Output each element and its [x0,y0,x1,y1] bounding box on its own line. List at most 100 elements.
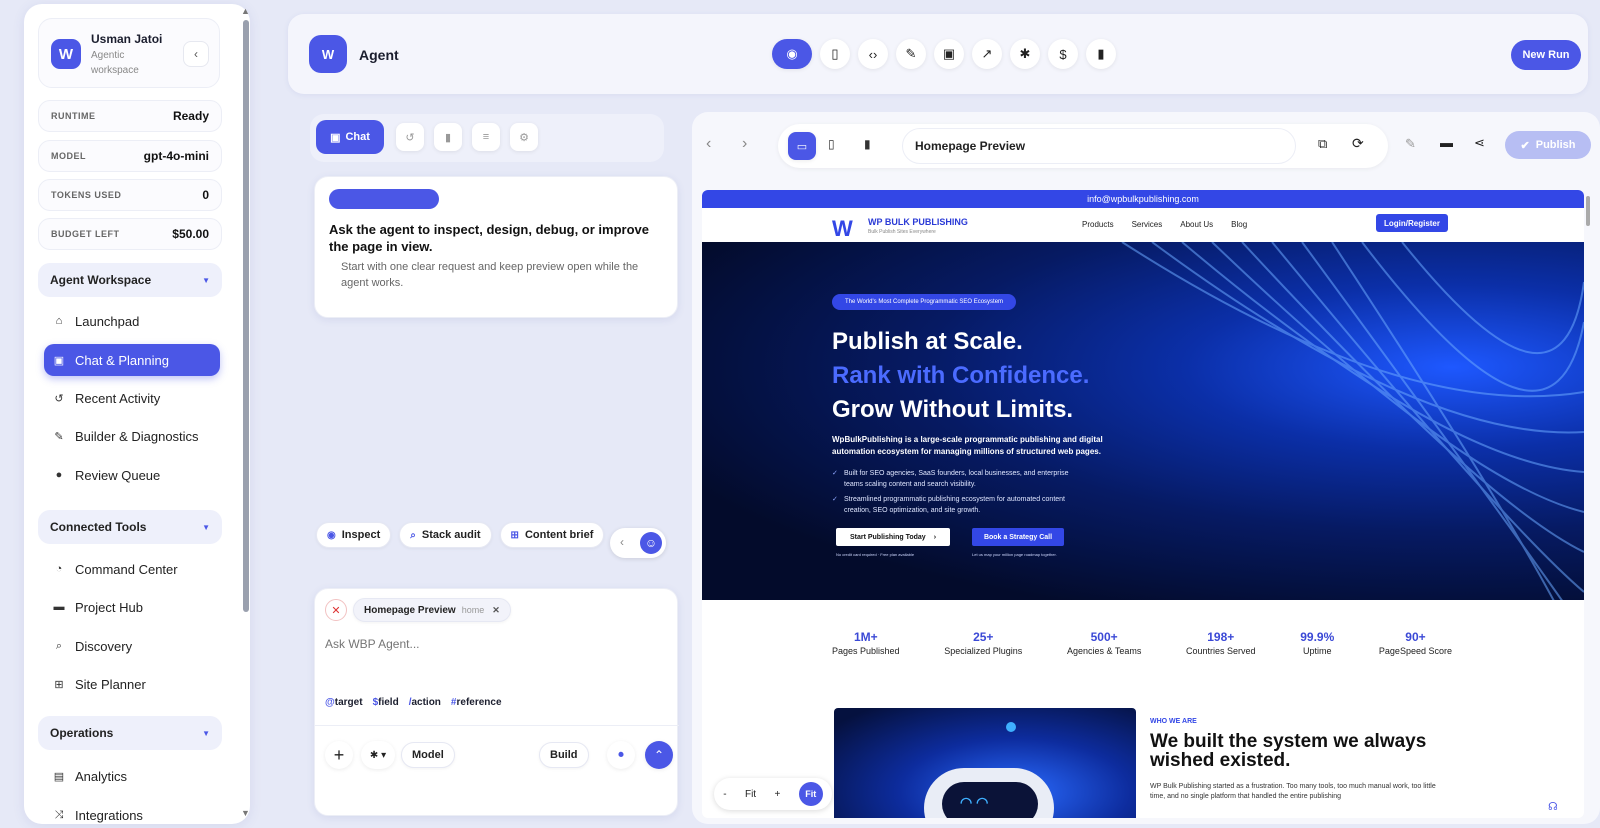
nav-discovery[interactable]: ⌕ Discovery [44,630,220,662]
history-icon[interactable]: ↺ [396,123,424,151]
forward-icon[interactable]: › [742,135,747,153]
preview-scrollbar[interactable] [1586,196,1590,226]
add-icon[interactable]: + [325,741,353,769]
robot-antenna [1006,722,1016,732]
section-connected-tools[interactable]: Connected Tools ▼ [38,510,222,544]
zoom-out-button[interactable]: - [723,789,726,800]
caret-down-icon: ▼ [202,728,210,738]
share-icon[interactable]: ⋖ [1474,135,1485,151]
site-preview: info@wpbulkpublishing.com W WP BULK PUBL… [702,190,1584,818]
site-tagline: Bulk Publish Sites Everywhere [868,229,936,235]
file-code-icon[interactable]: ▯ [820,39,850,69]
hero-line-2: Rank with Confidence. [832,362,1090,389]
fit-button[interactable]: Fit [798,782,823,806]
mode-select[interactable]: ✱ ▾ [361,741,395,769]
microphone-icon[interactable]: ⏺ [607,741,635,769]
inspect-button[interactable]: ◉ Inspect [316,522,392,548]
avatar: W [51,39,81,69]
preview-eye-icon[interactable]: ◉ [772,39,812,69]
search-icon: ⌕ [55,639,63,652]
code-icon[interactable]: ‹› [858,39,888,69]
zoom-in-button[interactable]: + [775,789,781,800]
zoom-fit-label[interactable]: Fit [745,789,756,800]
stats-icon[interactable]: ▮ [434,123,462,151]
nav-site-planner[interactable]: ⊞ Site Planner [44,668,220,700]
tab-chat[interactable]: ▣ Chat [316,120,384,154]
close-icon: ✕ [331,604,341,617]
accessibility-icon[interactable]: ☊ [1548,800,1558,813]
publish-button[interactable]: ✔ Publish [1505,131,1591,159]
section-agent-workspace[interactable]: Agent Workspace ▼ [38,263,222,297]
comment-icon[interactable]: ▬ [1440,135,1453,150]
hero-bullet-1: ✓ Built for SEO agencies, SaaS founders, … [832,470,1069,488]
actions-scroll-control: ‹ ☺ [610,528,666,558]
stat-runtime: RUNTIME Ready [38,100,222,132]
section-operations[interactable]: Operations ▼ [38,716,222,750]
pencil-icon[interactable]: ✎ [1405,136,1416,152]
prompt-badge [329,189,439,209]
chevron-left-icon[interactable]: ‹ [620,535,624,549]
trend-icon[interactable]: ↗ [972,39,1002,69]
content-brief-button[interactable]: ⊞ Content brief [499,522,605,548]
site-stat: 99.9% Uptime [1300,630,1335,656]
robot-visor [942,782,1038,818]
external-link-icon[interactable]: ⧉ [1318,136,1327,152]
nav-integrations[interactable]: ⤨ Integrations [44,799,220,824]
bar-chart-icon[interactable]: ▮ [1086,39,1116,69]
nav-chat-planning[interactable]: ▣ Chat & Planning [44,344,220,376]
scroll-down-icon[interactable]: ▼ [241,808,250,818]
back-icon[interactable]: ‹ [706,135,711,153]
stat-budget: BUDGET LEFT $50.00 [38,218,222,250]
user-name: Usman Jatoi [91,32,163,46]
stack-audit-button[interactable]: ⌕ Stack audit [399,522,492,548]
tablet-icon[interactable]: ▯ [828,137,835,151]
gauge-icon: ◔ [55,563,63,575]
tools-icon: ✱ ▾ [369,749,387,761]
mobile-icon[interactable]: ▮ [864,137,871,151]
nav-review-queue[interactable]: ● Review Queue [44,459,220,491]
bug-icon[interactable]: ✱ [1010,39,1040,69]
settings-icon[interactable]: ⚙ [510,123,538,151]
close-icon[interactable]: ✕ [492,605,500,616]
chart-icon: ▤ [53,770,65,783]
build-button[interactable]: Build [539,742,589,768]
refresh-icon[interactable]: ⟳ [1352,135,1364,152]
image-icon[interactable]: ▣ [934,39,964,69]
nav-project-hub[interactable]: ▬ Project Hub [44,591,220,623]
clear-context-button[interactable]: ✕ [325,599,347,621]
context-chip[interactable]: Homepage Preview home ✕ [353,598,511,622]
book-strategy-button[interactable]: Book a Strategy Call [972,528,1064,546]
home-icon: ⌂ [55,315,63,327]
nav-analytics[interactable]: ▤ Analytics [44,760,220,792]
sidebar-scrollbar[interactable] [243,20,249,612]
site-login-button[interactable]: Login/Register [1376,214,1448,232]
send-button[interactable]: ⌃ [645,741,673,769]
address-bar[interactable]: Homepage Preview [902,128,1296,164]
new-run-button[interactable]: New Run [1511,40,1581,70]
scroll-up-icon[interactable]: ▲ [241,6,250,16]
hero-note-1: No credit card required · Free plan avai… [836,552,915,557]
smile-icon[interactable]: ☺ [640,532,662,554]
hero-line-3: Grow Without Limits. [832,396,1074,423]
caret-down-icon: ▼ [202,522,210,532]
zoom-control: - Fit + Fit [714,778,832,810]
nav-builder-diagnostics[interactable]: ✎ Builder & Diagnostics [44,420,220,452]
hero-note-2: Let us map your million page roadmap tog… [972,552,1057,557]
nav-recent-activity[interactable]: ↺ Recent Activity [44,382,220,414]
nav-launchpad[interactable]: ⌂ Launchpad [44,305,220,337]
list-icon[interactable]: ≡ [472,123,500,151]
edit-icon[interactable]: ✎ [896,39,926,69]
chat-input[interactable] [325,633,655,655]
collapse-sidebar-button[interactable]: ‹ [183,41,209,67]
robot-eyes: ◠ ◠ [960,794,989,810]
check-icon: ✓ [832,496,838,503]
chat-tabs: ▣ Chat ↺ ▮ ≡ ⚙ [310,114,664,162]
wrench-icon: ✎ [54,430,64,443]
start-publishing-button[interactable]: Start Publishing Today › [836,528,950,546]
nav-command-center[interactable]: ◔ Command Center [44,553,220,585]
dollar-icon[interactable]: $ [1048,39,1078,69]
chevron-right-icon: › [933,533,937,541]
desktop-icon[interactable]: ▭ [788,132,816,160]
model-button[interactable]: Model [401,742,455,768]
agent-avatar: W [309,35,347,73]
